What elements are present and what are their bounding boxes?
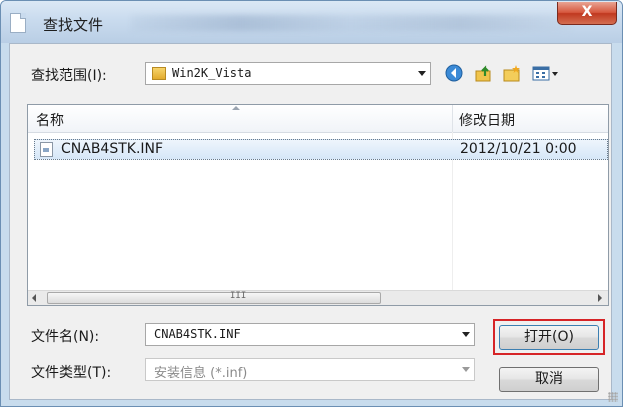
lookin-label: 查找范围(I): bbox=[31, 68, 107, 84]
filename-label: 文件名(N): bbox=[31, 329, 100, 345]
scroll-thumb[interactable]: III bbox=[47, 291, 381, 304]
back-arrow-icon[interactable] bbox=[444, 63, 464, 83]
filetype-label: 文件类型(T): bbox=[31, 365, 112, 381]
window-title: 查找文件 bbox=[43, 16, 104, 34]
filename-input[interactable]: CNAB4STK.INF bbox=[145, 323, 475, 346]
view-menu-icon[interactable] bbox=[531, 63, 561, 83]
horizontal-scrollbar[interactable]: III bbox=[28, 290, 608, 305]
title-bar-blur bbox=[131, 15, 571, 31]
column-header-date[interactable]: 修改日期 bbox=[459, 110, 515, 130]
filename-value: CNAB4STK.INF bbox=[154, 327, 241, 341]
close-button[interactable]: X bbox=[557, 2, 617, 25]
filetype-value: 安装信息 (*.inf) bbox=[154, 366, 248, 381]
inf-file-icon bbox=[40, 142, 53, 157]
find-file-dialog: 查找文件 X 查找范围(I): Win2K_Vista 名称 修改日期 CNAB… bbox=[0, 0, 623, 407]
chevron-down-icon[interactable] bbox=[418, 71, 426, 76]
list-header: 名称 修改日期 bbox=[28, 105, 608, 133]
document-icon bbox=[10, 13, 26, 33]
chevron-down-icon[interactable] bbox=[462, 367, 470, 372]
scroll-left-icon[interactable] bbox=[32, 294, 36, 302]
table-row[interactable]: CNAB4STK.INF 2012/10/21 0:00 bbox=[34, 139, 608, 160]
scroll-right-icon[interactable] bbox=[598, 294, 602, 302]
up-folder-icon[interactable] bbox=[474, 63, 494, 83]
filetype-dropdown[interactable]: 安装信息 (*.inf) bbox=[145, 358, 475, 381]
title-bar[interactable]: 查找文件 X bbox=[1, 1, 622, 43]
scroll-grip: III bbox=[230, 291, 247, 301]
column-header-name[interactable]: 名称 bbox=[36, 110, 64, 130]
file-list[interactable]: 名称 修改日期 CNAB4STK.INF 2012/10/21 0:00 III bbox=[27, 104, 609, 306]
lookin-value: Win2K_Vista bbox=[172, 66, 252, 80]
new-folder-icon[interactable] bbox=[502, 63, 522, 83]
file-name-cell: CNAB4STK.INF bbox=[61, 141, 164, 157]
open-button[interactable]: 打开(O) bbox=[499, 325, 599, 350]
chevron-down-icon[interactable] bbox=[462, 332, 470, 337]
folder-icon bbox=[152, 67, 166, 80]
sort-up-icon bbox=[232, 106, 240, 110]
file-date-cell: 2012/10/21 0:00 bbox=[460, 141, 577, 157]
cancel-button[interactable]: 取消 bbox=[499, 367, 599, 392]
column-divider[interactable] bbox=[452, 105, 453, 132]
lookin-dropdown[interactable]: Win2K_Vista bbox=[145, 62, 431, 85]
resize-grip[interactable] bbox=[608, 392, 618, 402]
